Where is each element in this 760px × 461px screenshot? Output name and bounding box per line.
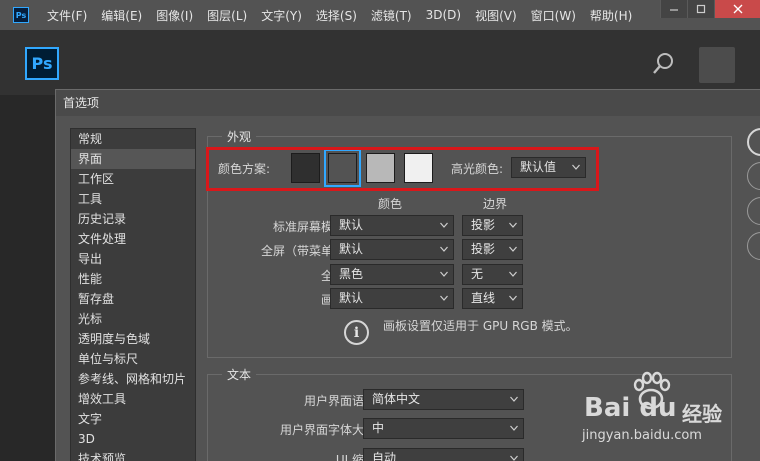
restore-icon[interactable] [687, 0, 714, 18]
category-export[interactable]: 导出 [71, 249, 195, 269]
fullscreen-border-dropdown[interactable]: 无 [462, 264, 523, 285]
fullscreen-menus-color-dropdown[interactable]: 默认 [330, 239, 454, 260]
artboard-info-text: 画板设置仅适用于 GPU RGB 模式。 [383, 319, 578, 333]
fullscreen-color-value: 黑色 [339, 267, 364, 281]
close-icon[interactable] [714, 0, 760, 18]
chevron-down-icon [440, 295, 448, 301]
text-group-title: 文本 [222, 366, 257, 383]
ui-scaling-dropdown[interactable]: 自动 [363, 448, 524, 461]
menu-edit[interactable]: 编辑(E) [101, 7, 142, 24]
category-history[interactable]: 历史记录 [71, 209, 195, 229]
chevron-down-icon [510, 396, 518, 402]
category-type[interactable]: 文字 [71, 409, 195, 429]
artboard-border-dropdown[interactable]: 直线 [462, 288, 523, 309]
chevron-down-icon [509, 222, 517, 228]
info-icon: i [344, 320, 369, 345]
menu-window[interactable]: 窗口(W) [531, 7, 576, 24]
menu-filter[interactable]: 滤镜(T) [371, 7, 412, 24]
ui-font-size-dropdown[interactable]: 中 [363, 418, 524, 439]
fullscreen-border-value: 无 [471, 267, 484, 281]
category-cursors[interactable]: 光标 [71, 309, 195, 329]
border-column-header: 边界 [483, 197, 508, 211]
baidu-watermark: Bai du 经验 jingyan.baidu.com [582, 371, 752, 457]
menu-help[interactable]: 帮助(H) [590, 7, 632, 24]
category-scratch-disks[interactable]: 暂存盘 [71, 289, 195, 309]
category-performance[interactable]: 性能 [71, 269, 195, 289]
chevron-down-icon [509, 295, 517, 301]
ok-button[interactable] [747, 128, 760, 156]
category-general[interactable]: 常规 [71, 129, 195, 149]
category-file-handling[interactable]: 文件处理 [71, 229, 195, 249]
red-annotation-box [206, 147, 599, 191]
chevron-down-icon [510, 455, 518, 461]
ui-language-value: 简体中文 [372, 392, 421, 406]
menu-3d[interactable]: 3D(D) [426, 8, 461, 22]
minimize-icon[interactable] [660, 0, 687, 18]
appearance-group-title: 外观 [222, 128, 257, 145]
chevron-down-icon [440, 222, 448, 228]
window-controls [660, 0, 760, 18]
category-plugins[interactable]: 增效工具 [71, 389, 195, 409]
color-column-header: 颜色 [378, 197, 403, 211]
artboard-color-value: 默认 [339, 291, 364, 305]
cancel-button[interactable] [747, 162, 760, 190]
menu-view[interactable]: 视图(V) [475, 7, 517, 24]
category-interface[interactable]: 界面 [71, 149, 195, 169]
standard-screen-border-dropdown[interactable]: 投影 [462, 215, 523, 236]
standard-screen-color-dropdown[interactable]: 默认 [330, 215, 454, 236]
watermark-url: jingyan.baidu.com [582, 428, 702, 443]
chevron-down-icon [509, 246, 517, 252]
fullscreen-color-dropdown[interactable]: 黑色 [330, 264, 454, 285]
menu-image[interactable]: 图像(I) [156, 7, 193, 24]
dialog-title: 首选项 [56, 90, 760, 116]
chevron-down-icon [440, 271, 448, 277]
photoshop-logo: Ps [25, 47, 59, 80]
menu-type[interactable]: 文字(Y) [261, 7, 302, 24]
ui-scaling-value: 自动 [372, 451, 397, 461]
workspace-switcher-button[interactable] [699, 47, 735, 83]
watermark-logo-text: Bai du [584, 393, 677, 423]
previous-button[interactable] [747, 197, 760, 225]
menu-select[interactable]: 选择(S) [316, 7, 357, 24]
category-transparency-gamut[interactable]: 透明度与色域 [71, 329, 195, 349]
chevron-down-icon [509, 271, 517, 277]
ui-font-size-value: 中 [372, 421, 385, 435]
ui-language-dropdown[interactable]: 简体中文 [363, 389, 524, 410]
category-3d[interactable]: 3D [71, 429, 195, 449]
category-list: 常规 界面 工作区 工具 历史记录 文件处理 导出 性能 暂存盘 光标 透明度与… [70, 128, 196, 461]
menu-file[interactable]: 文件(F) [47, 7, 87, 24]
app-header: Ps [0, 30, 760, 95]
artboard-border-value: 直线 [471, 291, 496, 305]
watermark-cn-text: 经验 [682, 402, 722, 426]
category-tools[interactable]: 工具 [71, 189, 195, 209]
chevron-down-icon [440, 246, 448, 252]
fullscreen-menus-border-dropdown[interactable]: 投影 [462, 239, 523, 260]
category-guides-grid-slices[interactable]: 参考线、网格和切片 [71, 369, 195, 389]
next-button[interactable] [747, 232, 760, 260]
menu-bar: Ps 文件(F) 编辑(E) 图像(I) 图层(L) 文字(Y) 选择(S) 滤… [0, 0, 760, 30]
category-units-rulers[interactable]: 单位与标尺 [71, 349, 195, 369]
search-icon[interactable] [651, 51, 677, 77]
menu-layer[interactable]: 图层(L) [207, 7, 247, 24]
fullscreen-menus-border-value: 投影 [471, 242, 496, 256]
standard-screen-border-value: 投影 [471, 218, 496, 232]
standard-screen-color-value: 默认 [339, 218, 364, 232]
artboard-color-dropdown[interactable]: 默认 [330, 288, 454, 309]
chevron-down-icon [510, 425, 518, 431]
category-technology-previews[interactable]: 技术预览 [71, 449, 195, 461]
fullscreen-menus-color-value: 默认 [339, 242, 364, 256]
app-icon[interactable]: Ps [13, 7, 29, 23]
category-workspace[interactable]: 工作区 [71, 169, 195, 189]
